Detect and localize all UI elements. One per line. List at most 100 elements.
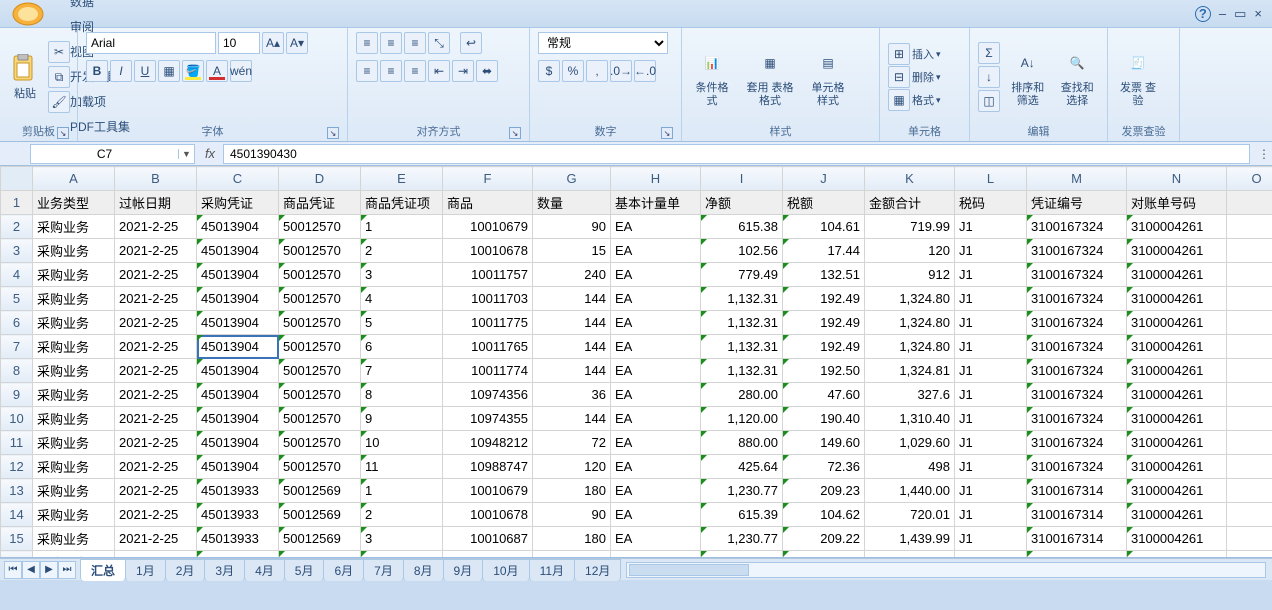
- row-header[interactable]: 2: [1, 215, 33, 239]
- cell[interactable]: 采购凭证: [197, 191, 279, 215]
- cell[interactable]: 采购业务: [33, 287, 115, 311]
- cell[interactable]: 120: [533, 455, 611, 479]
- cell[interactable]: 45013904: [197, 215, 279, 239]
- cell[interactable]: 2021-2-25: [115, 407, 197, 431]
- fill-color-button[interactable]: 🪣: [182, 60, 204, 82]
- cell[interactable]: 对账单号码: [1127, 191, 1227, 215]
- cell[interactable]: 190.40: [783, 407, 865, 431]
- cell[interactable]: 4: [361, 287, 443, 311]
- cell[interactable]: 10010679: [443, 479, 533, 503]
- cell[interactable]: EA: [611, 503, 701, 527]
- sheet-nav-first[interactable]: ⏮: [4, 561, 22, 579]
- cell[interactable]: 采购业务: [33, 383, 115, 407]
- cell[interactable]: 3100004261: [1127, 431, 1227, 455]
- cell[interactable]: 50012570: [279, 335, 361, 359]
- comma-button[interactable]: ,: [586, 60, 608, 82]
- cell[interactable]: 1,439.99: [865, 527, 955, 551]
- sort-filter-button[interactable]: A↓排序和 筛选: [1006, 36, 1050, 118]
- cell[interactable]: EA: [611, 551, 701, 559]
- cell[interactable]: 商品凭证项: [361, 191, 443, 215]
- cell[interactable]: 50012569: [279, 551, 361, 559]
- clear-button[interactable]: ◫: [978, 90, 1000, 112]
- formula-expand[interactable]: ⋮: [1256, 147, 1272, 161]
- cell[interactable]: 3: [361, 263, 443, 287]
- cell[interactable]: 72.36: [783, 455, 865, 479]
- cell[interactable]: EA: [611, 263, 701, 287]
- cell[interactable]: EA: [611, 335, 701, 359]
- cell[interactable]: 132.51: [783, 551, 865, 559]
- cell[interactable]: [1227, 311, 1272, 335]
- cell[interactable]: 10974356: [443, 383, 533, 407]
- cell[interactable]: [1227, 215, 1272, 239]
- cell[interactable]: [1227, 239, 1272, 263]
- cell[interactable]: 3100004261: [1127, 407, 1227, 431]
- delete-cells-button[interactable]: ⊟: [888, 66, 910, 88]
- cell[interactable]: 1,230.77: [701, 527, 783, 551]
- cell[interactable]: EA: [611, 527, 701, 551]
- cell[interactable]: 10010678: [443, 503, 533, 527]
- cell[interactable]: 209.22: [783, 527, 865, 551]
- copy-button[interactable]: ⧉: [48, 66, 70, 88]
- cell[interactable]: 10010679: [443, 215, 533, 239]
- select-all-corner[interactable]: [1, 167, 33, 191]
- cell[interactable]: 10948212: [443, 431, 533, 455]
- cell[interactable]: 3: [361, 527, 443, 551]
- ribbon-tab[interactable]: 数据: [58, 0, 142, 14]
- row-header[interactable]: 10: [1, 407, 33, 431]
- cell[interactable]: 8: [361, 383, 443, 407]
- cell[interactable]: 240: [533, 263, 611, 287]
- merge-button[interactable]: ⬌: [476, 60, 498, 82]
- cell[interactable]: 102.56: [701, 239, 783, 263]
- cell[interactable]: J1: [955, 359, 1027, 383]
- conditional-format-button[interactable]: 📊条件格式: [690, 36, 734, 118]
- row-header[interactable]: 4: [1, 263, 33, 287]
- cell[interactable]: 6: [361, 335, 443, 359]
- column-header[interactable]: M: [1027, 167, 1127, 191]
- find-select-button[interactable]: 🔍查找和 选择: [1056, 36, 1100, 118]
- cell[interactable]: 144: [533, 407, 611, 431]
- cell[interactable]: 3100167324: [1027, 359, 1127, 383]
- cell[interactable]: 2: [361, 239, 443, 263]
- align-top-button[interactable]: ≡: [356, 32, 378, 54]
- cell[interactable]: 779.49: [701, 263, 783, 287]
- cell[interactable]: 45013933: [197, 479, 279, 503]
- cell[interactable]: 1: [361, 215, 443, 239]
- cell[interactable]: 2021-2-25: [115, 287, 197, 311]
- cell[interactable]: 采购业务: [33, 407, 115, 431]
- cell[interactable]: J1: [955, 287, 1027, 311]
- cell[interactable]: EA: [611, 407, 701, 431]
- cell[interactable]: 120: [865, 239, 955, 263]
- cell[interactable]: 719.99: [865, 215, 955, 239]
- cell[interactable]: 10011703: [443, 287, 533, 311]
- cell[interactable]: 3100167324: [1027, 383, 1127, 407]
- cell[interactable]: 72: [533, 431, 611, 455]
- cell[interactable]: 2021-2-25: [115, 359, 197, 383]
- column-header[interactable]: G: [533, 167, 611, 191]
- column-header[interactable]: D: [279, 167, 361, 191]
- column-header[interactable]: J: [783, 167, 865, 191]
- sheet-tab[interactable]: 12月: [574, 559, 621, 581]
- cell[interactable]: J1: [955, 215, 1027, 239]
- cell[interactable]: 720.01: [865, 503, 955, 527]
- cell[interactable]: EA: [611, 359, 701, 383]
- cell[interactable]: 1,120.00: [701, 407, 783, 431]
- cell[interactable]: 3100004261: [1127, 359, 1227, 383]
- clipboard-launcher[interactable]: ↘: [57, 127, 69, 139]
- cell[interactable]: 912: [865, 263, 955, 287]
- cell[interactable]: 1,230.77: [701, 479, 783, 503]
- cell[interactable]: 10011774: [443, 359, 533, 383]
- sheet-tab[interactable]: 1月: [125, 559, 166, 581]
- format-painter-button[interactable]: 🖌: [48, 91, 70, 113]
- cell[interactable]: 2021-2-25: [115, 215, 197, 239]
- cell[interactable]: EA: [611, 239, 701, 263]
- cell[interactable]: 3100167314: [1027, 479, 1127, 503]
- align-left-button[interactable]: ≡: [356, 60, 378, 82]
- cell[interactable]: 50012570: [279, 455, 361, 479]
- cell[interactable]: 3100167324: [1027, 431, 1127, 455]
- cell[interactable]: 3100167324: [1027, 287, 1127, 311]
- cell[interactable]: 1,324.80: [865, 311, 955, 335]
- minimize-icon[interactable]: –: [1219, 6, 1226, 21]
- font-size-select[interactable]: [218, 32, 260, 54]
- cell[interactable]: J1: [955, 335, 1027, 359]
- cell[interactable]: 180: [533, 479, 611, 503]
